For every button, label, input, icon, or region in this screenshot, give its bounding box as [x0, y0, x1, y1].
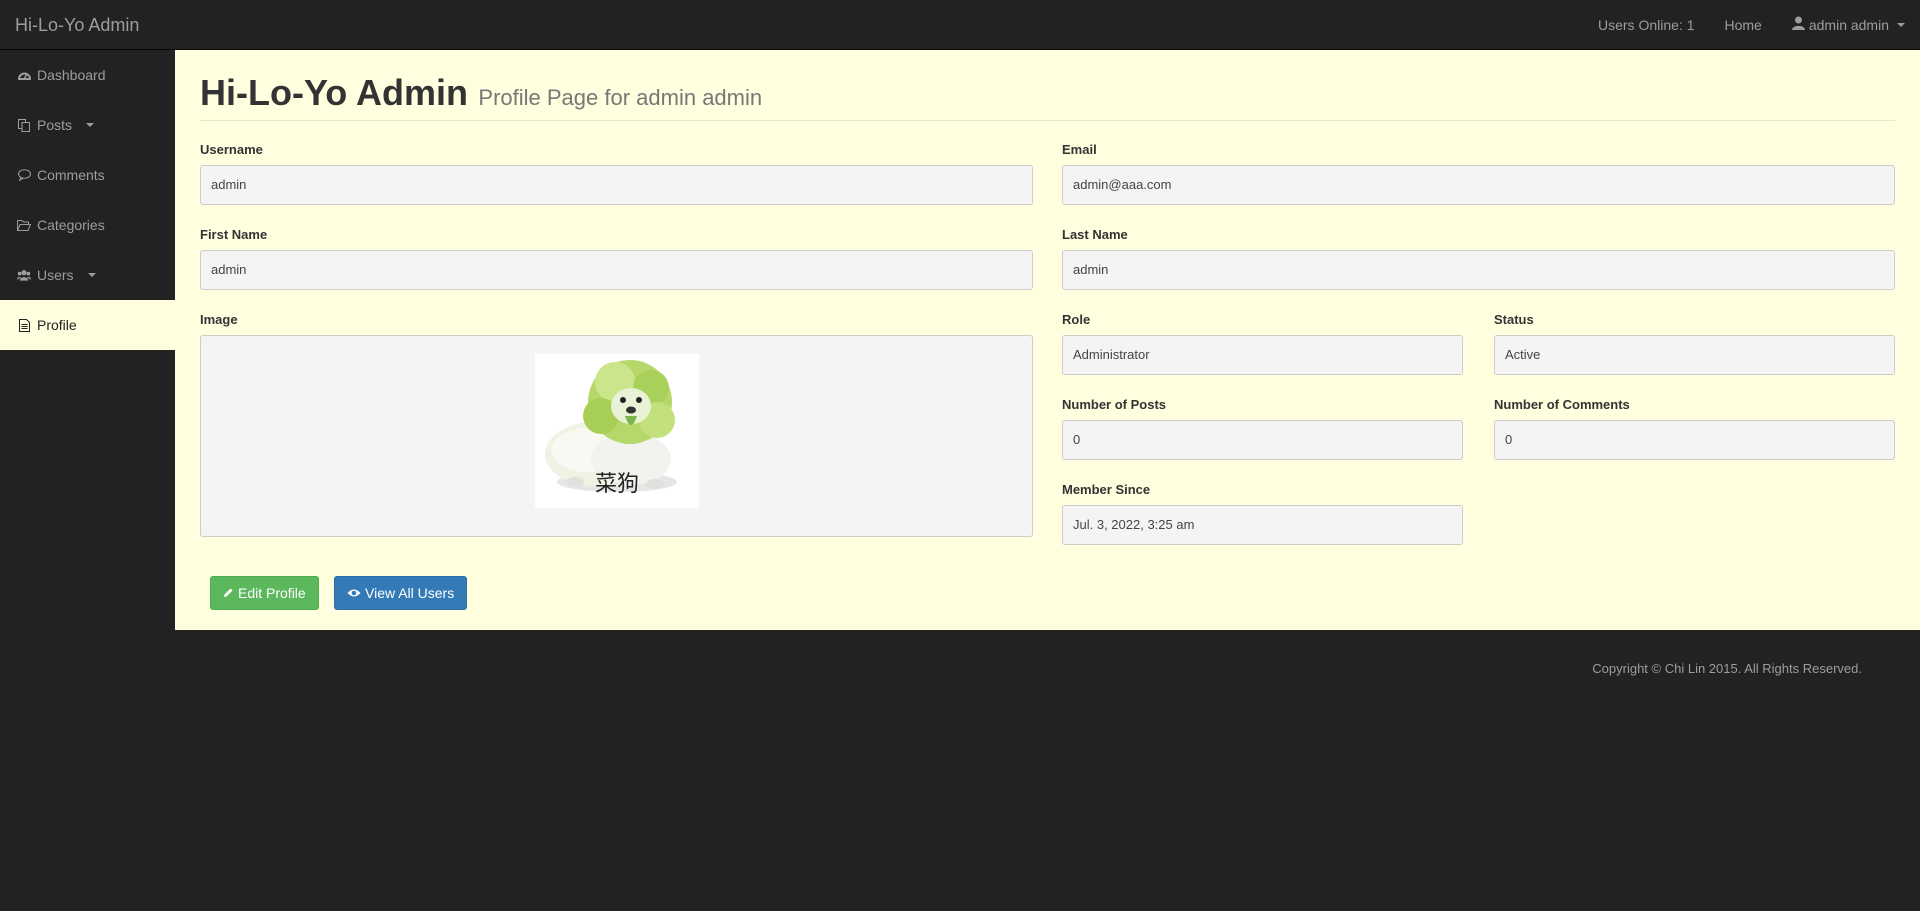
sidebar-item-label: Posts — [37, 117, 73, 133]
sidebar-item-label: Users — [37, 267, 74, 283]
username-field[interactable]: admin — [200, 165, 1033, 205]
last-name-label: Last Name — [1062, 227, 1128, 242]
sidebar-item-comments[interactable]: Comments — [0, 150, 175, 200]
sidebar-item-dashboard[interactable]: Dashboard — [0, 50, 175, 100]
num-comments-label: Number of Comments — [1494, 397, 1630, 412]
footer-copyright: Copyright © Chi Lin 2015. All Rights Res… — [1592, 661, 1862, 676]
caret-down-icon — [1897, 23, 1905, 27]
comment-icon — [17, 168, 31, 182]
page-subtitle: Profile Page for admin admin — [478, 85, 763, 110]
users-icon — [17, 268, 31, 282]
sidebar-item-profile[interactable]: Profile — [0, 300, 175, 350]
num-comments-group: Number of Comments 0 — [1494, 397, 1895, 460]
email-label: Email — [1062, 142, 1097, 157]
edit-profile-button[interactable]: Edit Profile — [210, 576, 319, 610]
member-since-group: Member Since Jul. 3, 2022, 3:25 am — [1062, 482, 1463, 545]
first-name-label: First Name — [200, 227, 268, 242]
username-group: Username admin — [200, 142, 1033, 205]
files-icon — [17, 118, 31, 132]
status-group: Status Active — [1494, 312, 1895, 375]
navbar-right: Users Online: 1 Home admin admin — [1583, 0, 1920, 50]
user-menu-label: admin admin — [1808, 17, 1889, 33]
last-name-group: Last Name admin — [1062, 227, 1895, 290]
num-comments-field[interactable]: 0 — [1494, 420, 1895, 460]
first-name-field[interactable]: admin — [200, 250, 1033, 290]
role-label: Role — [1062, 312, 1091, 327]
member-since-field[interactable]: Jul. 3, 2022, 3:25 am — [1062, 505, 1463, 545]
status-field[interactable]: Active — [1494, 335, 1895, 375]
email-group: Email admin@aaa.com — [1062, 142, 1895, 205]
sidebar-item-label: Dashboard — [37, 67, 106, 83]
caret-down-icon — [87, 273, 96, 277]
user-icon — [1791, 0, 1805, 50]
sidebar-item-categories[interactable]: Categories — [0, 200, 175, 250]
image-group: Image 菜狗 — [200, 312, 1033, 537]
num-posts-group: Number of Posts 0 — [1062, 397, 1463, 460]
page-title: Hi-Lo-Yo Admin — [200, 72, 468, 113]
view-all-users-label: View All Users — [365, 585, 455, 601]
main-content: Hi-Lo-Yo Admin Profile Page for admin ad… — [175, 50, 1920, 630]
folder-open-icon — [17, 218, 31, 232]
sidebar-item-label: Profile — [37, 317, 77, 333]
member-since-label: Member Since — [1062, 482, 1151, 497]
sidebar-item-posts[interactable]: Posts — [0, 100, 175, 150]
page-header: Hi-Lo-Yo Admin Profile Page for admin ad… — [200, 72, 1895, 121]
view-all-users-button[interactable]: View All Users — [334, 576, 468, 610]
profile-image: 菜狗 — [535, 354, 699, 508]
home-link[interactable]: Home — [1709, 0, 1776, 50]
role-field[interactable]: Administrator — [1062, 335, 1463, 375]
email-field[interactable]: admin@aaa.com — [1062, 165, 1895, 205]
caret-down-icon — [86, 123, 95, 127]
top-navbar: Hi-Lo-Yo Admin Users Online: 1 Home admi… — [0, 0, 1920, 50]
image-preview-box: 菜狗 — [200, 335, 1033, 537]
image-caption: 菜狗 — [594, 472, 639, 497]
users-online-indicator: Users Online: 1 — [1598, 17, 1695, 33]
sidebar-item-users[interactable]: Users — [0, 250, 175, 300]
num-posts-field[interactable]: 0 — [1062, 420, 1463, 460]
first-name-group: First Name admin — [200, 227, 1033, 290]
role-group: Role Administrator — [1062, 312, 1463, 375]
eye-icon — [347, 577, 361, 609]
image-label: Image — [200, 312, 238, 327]
username-label: Username — [200, 142, 263, 157]
status-label: Status — [1494, 312, 1534, 327]
edit-profile-label: Edit Profile — [238, 585, 306, 601]
sidebar-item-label: Comments — [37, 167, 105, 183]
sidebar: Dashboard Posts Comments Categories User… — [0, 50, 175, 350]
num-posts-label: Number of Posts — [1062, 397, 1167, 412]
pencil-icon — [223, 577, 234, 609]
dashboard-icon — [17, 68, 31, 82]
brand-link[interactable]: Hi-Lo-Yo Admin — [15, 0, 139, 50]
user-menu-toggle[interactable]: admin admin — [1777, 0, 1920, 50]
last-name-field[interactable]: admin — [1062, 250, 1895, 290]
sidebar-item-label: Categories — [37, 217, 105, 233]
file-text-icon — [17, 318, 31, 332]
